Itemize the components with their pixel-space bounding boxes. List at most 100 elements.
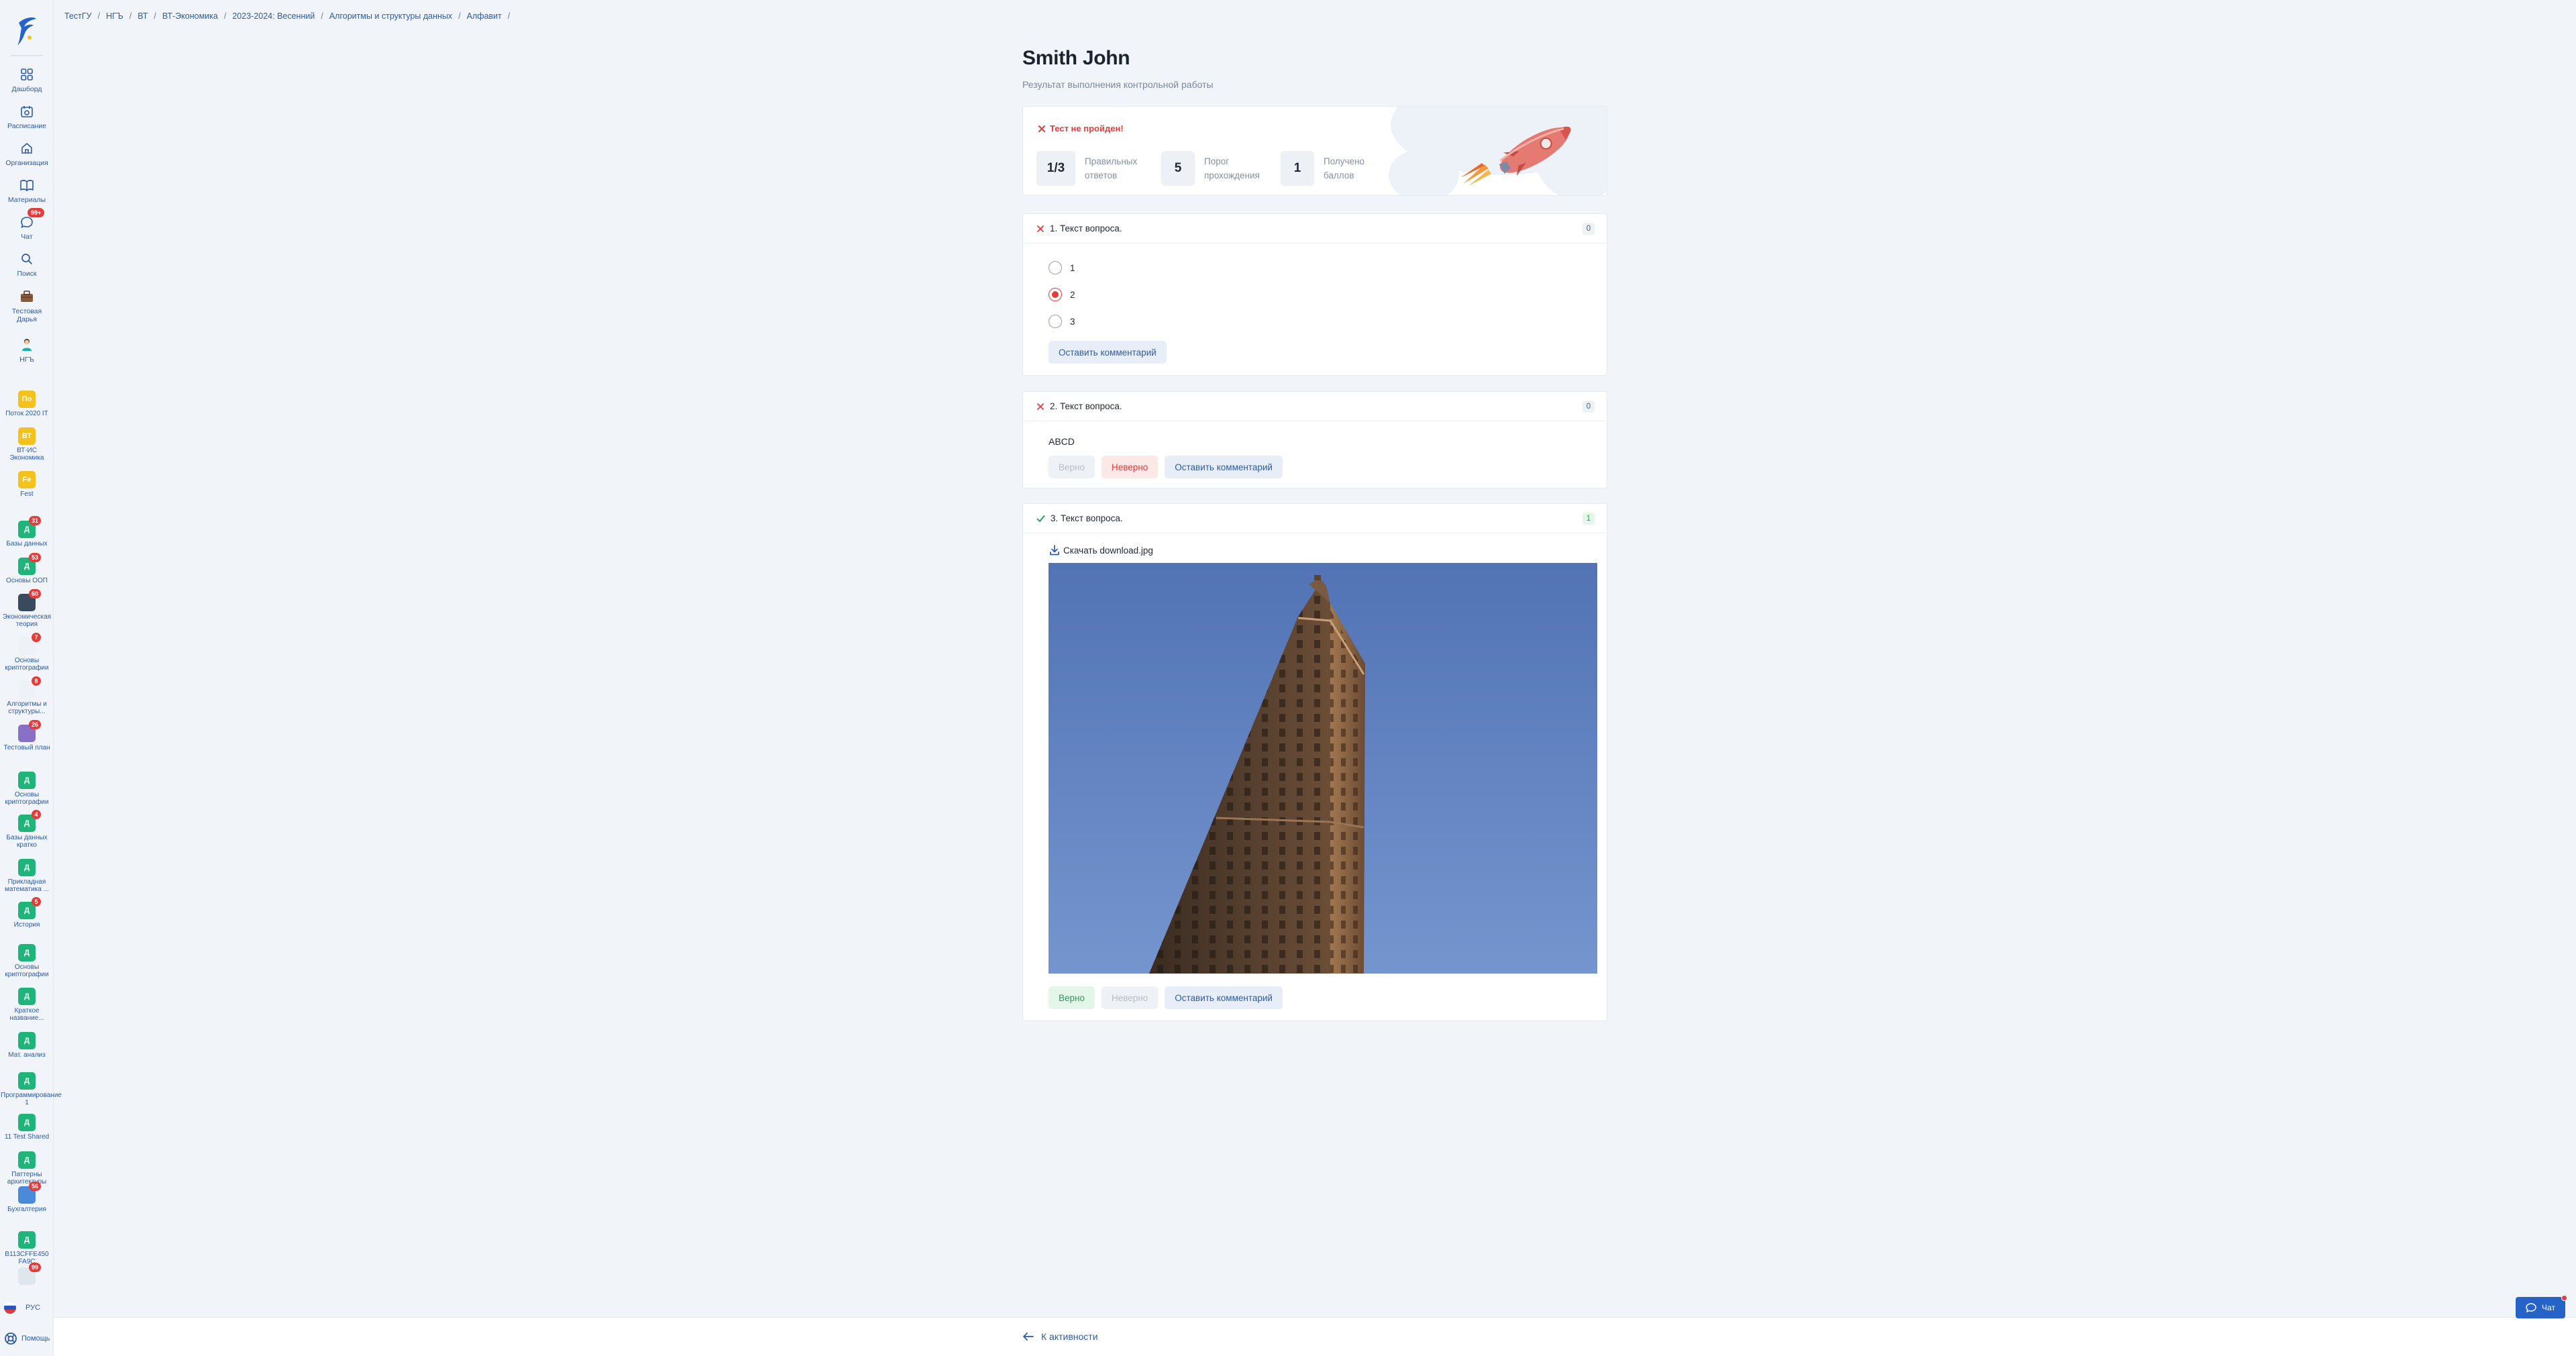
leave-comment-button[interactable]: Оставить комментарий	[1165, 986, 1283, 1009]
course-label: Fest	[20, 490, 34, 498]
course-avatar-letter: Fe	[22, 476, 32, 484]
sidebar-course-item[interactable]: ВТ ВТ-ИС Экономика	[0, 427, 54, 462]
sidebar-course-item[interactable]: Д B113CFFE450 FA9C	[0, 1231, 54, 1265]
leave-comment-button[interactable]: Оставить комментарий	[1049, 341, 1167, 364]
breadcrumb-item[interactable]: ВТ	[138, 11, 148, 21]
nav-item-dashboard[interactable]: Дашборд	[0, 66, 54, 93]
stat-correct-answers: 1/3 Правильных ответов	[1036, 151, 1148, 186]
mark-correct-button[interactable]: Верно	[1049, 986, 1095, 1009]
breadcrumb-separator: /	[154, 11, 156, 21]
sidebar-course-item[interactable]: 26 Тестовый план	[0, 720, 54, 751]
sidebar-course-item[interactable]: Д Основы криптографии	[0, 772, 54, 806]
course-avatar: 26	[18, 720, 41, 742]
building-photo	[1049, 563, 1597, 974]
question-actions: Верно Неверно Оставить комментарий	[1049, 456, 1283, 478]
course-avatar: Д 53	[18, 553, 41, 575]
course-avatar-letter: Д	[24, 864, 30, 872]
sidebar-course-item[interactable]: Fe Fest	[0, 471, 54, 498]
question-title: 2. Текст вопроса.	[1050, 401, 1122, 411]
sidebar-course-item[interactable]: Д Паттерны архитектуры	[0, 1151, 54, 1186]
breadcrumb-item[interactable]: Алфавит	[467, 11, 502, 21]
stat-caption: Правильных ответов	[1085, 156, 1138, 180]
course-unread-badge: 56	[28, 1182, 41, 1191]
mark-correct-button[interactable]: Верно	[1049, 456, 1095, 478]
result-summary-card: Тест не пройден! 1/3 Правильных ответов …	[1022, 106, 1607, 196]
notification-dot	[2561, 1295, 2567, 1301]
language-switch[interactable]: РУС	[4, 1302, 40, 1314]
sidebar-course-item[interactable]: Д 5 История	[0, 897, 54, 929]
course-avatar-letter: Д	[24, 1118, 30, 1127]
question-header: 3. Текст вопроса. 1	[1023, 504, 1607, 533]
sidebar: Дашборд Расписание Организация Материалы…	[0, 0, 62, 1356]
course-label: ВТ-ИС Экономика	[9, 447, 44, 462]
stat-value: 5	[1161, 151, 1195, 186]
sidebar-course-item[interactable]: По Поток 2020 IT	[0, 390, 54, 417]
answer-option[interactable]: 2	[1049, 281, 1075, 308]
sidebar-course-item[interactable]: 7 Основы криптографии	[0, 633, 54, 672]
sidebar-course-item[interactable]: 99	[0, 1263, 54, 1287]
person-icon	[18, 336, 36, 354]
sidebar-course-item[interactable]: Д Программирование 1	[0, 1072, 62, 1106]
sidebar-course-item[interactable]: 8 Алгоритмы и структуры...	[0, 676, 54, 715]
breadcrumb-item[interactable]: ТестГУ	[64, 11, 92, 21]
sidebar-course-item[interactable]: Д 11 Test Shared	[0, 1114, 54, 1141]
result-stats: 1/3 Правильных ответов 5 Порог прохожден…	[1036, 151, 1387, 186]
breadcrumb-item[interactable]: НГЪ	[106, 11, 123, 21]
question-score-badge: 0	[1582, 401, 1595, 413]
chat-widget-button[interactable]: Чат	[2516, 1295, 2567, 1318]
stat-pass-threshold: 5 Порог прохождения	[1161, 151, 1267, 186]
sidebar-course-item[interactable]: Д Основы криптографии	[0, 944, 54, 978]
sidebar-course-item[interactable]: Д Краткое название...	[0, 988, 54, 1022]
dashboard-icon	[18, 66, 36, 83]
radio-button-selected[interactable]	[1049, 288, 1062, 301]
home-icon	[18, 140, 36, 157]
russia-flag-icon	[4, 1302, 16, 1314]
course-avatar: ВТ	[18, 427, 36, 445]
sidebar-course-item[interactable]: Д Мат. анализ	[0, 1032, 54, 1059]
answer-option[interactable]: 1	[1049, 254, 1075, 281]
course-label: Основы криптографии	[5, 791, 49, 806]
course-unread-badge: 5	[32, 897, 41, 906]
sidebar-course-item[interactable]: Д 31 Базы данных	[0, 516, 54, 547]
help-link[interactable]: Помощь	[4, 1332, 50, 1345]
nav-item-schedule[interactable]: Расписание	[0, 103, 54, 130]
nav-item-materials[interactable]: Материалы	[0, 176, 54, 204]
course-label: Алгоритмы и структуры...	[7, 700, 47, 715]
course-label: Паттерны архитектуры	[7, 1171, 47, 1186]
breadcrumb-item[interactable]: 2023-2024: Весенний	[232, 11, 315, 21]
radio-button[interactable]	[1049, 261, 1062, 274]
sidebar-course-item[interactable]: Д 4 Базы данных кратко	[0, 810, 54, 849]
leave-comment-button[interactable]: Оставить комментарий	[1165, 456, 1283, 478]
question-header: 1. Текст вопроса. 0	[1023, 214, 1607, 244]
course-label: B113CFFE450 FA9C	[5, 1251, 49, 1265]
breadcrumb-item[interactable]: Алгоритмы и структуры данных	[329, 11, 452, 21]
course-avatar-letter: Д	[24, 906, 30, 915]
close-icon	[1038, 125, 1045, 132]
radio-button[interactable]	[1049, 315, 1062, 328]
mark-incorrect-button[interactable]: Неверно	[1101, 456, 1159, 478]
chat-widget-label: Чат	[2542, 1303, 2555, 1312]
nav-item-label: Поиск	[17, 270, 37, 278]
question-actions: Оставить комментарий	[1049, 341, 1167, 364]
sidebar-course-item[interactable]: 60 Экономическая теория	[0, 589, 54, 628]
nav-item-organization[interactable]: Организация	[0, 140, 54, 167]
app-logo-icon[interactable]	[15, 13, 39, 48]
download-label: Скачать download.jpg	[1063, 545, 1153, 556]
mark-incorrect-button[interactable]: Неверно	[1101, 986, 1159, 1009]
sidebar-course-item[interactable]: 56 Бухгалтерия	[0, 1182, 54, 1213]
course-label: Программирование 1	[1, 1092, 62, 1106]
page-subtitle: Результат выполнения контрольной работы	[1022, 79, 1214, 90]
nav-item-chat[interactable]: 99+ Чат	[0, 208, 54, 241]
breadcrumb-item[interactable]: ВТ-Экономика	[162, 11, 218, 21]
nav-item-ngu[interactable]: НГЪ	[0, 336, 54, 364]
back-to-activity-link[interactable]: К активности	[1022, 1331, 1098, 1342]
sidebar-course-item[interactable]: Д 53 Основы ООП	[0, 553, 54, 584]
download-attachment-link[interactable]: Скачать download.jpg	[1049, 544, 1153, 556]
course-label: Краткое название...	[9, 1007, 44, 1022]
stat-value: 1/3	[1036, 151, 1075, 186]
answer-option[interactable]: 3	[1049, 308, 1075, 335]
nav-item-search[interactable]: Поиск	[0, 250, 54, 278]
sidebar-course-item[interactable]: Д Прикладная математика ...	[0, 859, 54, 893]
nav-item-test-darya[interactable]: Тестовая Дарья	[0, 288, 54, 323]
calendar-icon	[18, 103, 36, 120]
